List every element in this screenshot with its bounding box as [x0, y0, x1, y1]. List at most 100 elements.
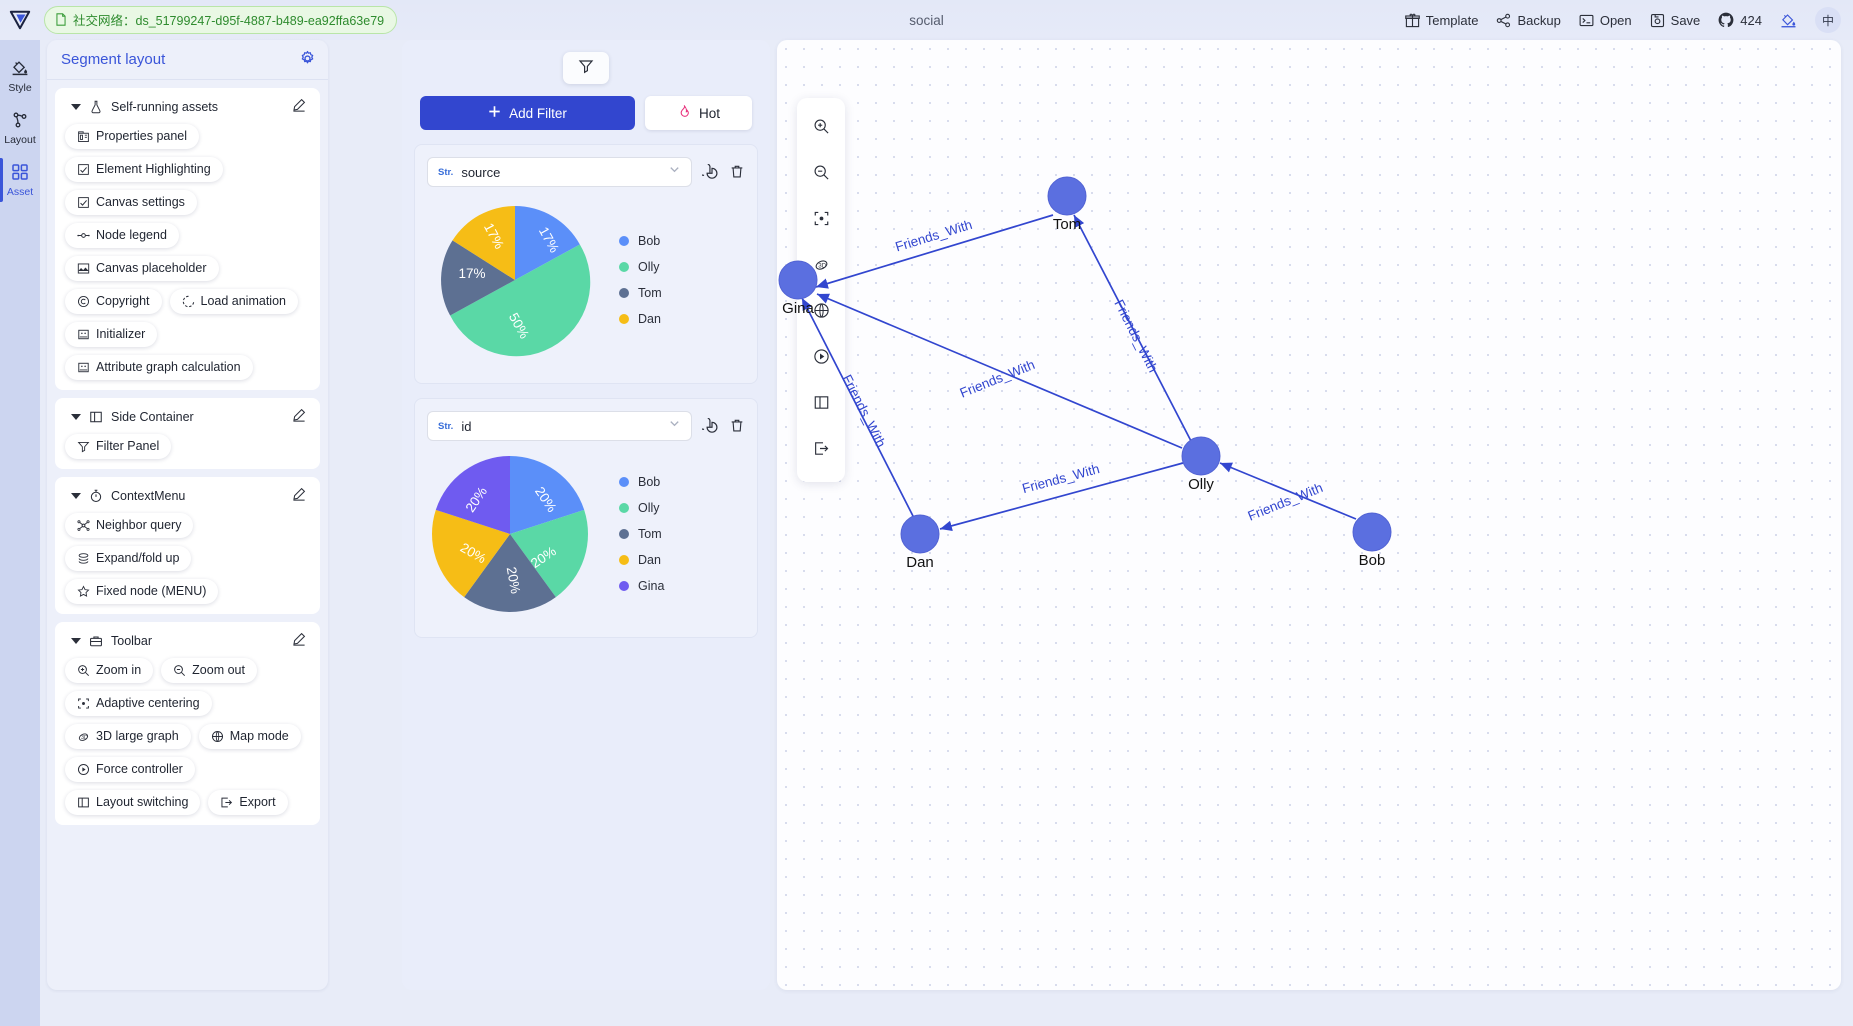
pie-chart-icon[interactable] [702, 417, 719, 435]
zoom-in-icon [77, 664, 90, 677]
group-header[interactable]: Self-running assets [65, 98, 310, 124]
backup-label: Backup [1517, 12, 1561, 28]
pencil-icon[interactable] [292, 408, 306, 427]
add-filter-button[interactable]: Add Filter [420, 96, 635, 130]
chip-3d-large-graph[interactable]: 3D 3D large graph [65, 724, 191, 749]
language-switch[interactable]: 中 [1815, 7, 1841, 33]
chip-zoom-in[interactable]: Zoom in [65, 658, 154, 683]
graph-node-bob[interactable] [1352, 512, 1392, 552]
chip-map-mode[interactable]: Map mode [198, 724, 301, 749]
trash-icon[interactable] [729, 164, 745, 180]
legend-color-swatch [619, 503, 629, 513]
chip-label: Initializer [96, 327, 146, 342]
adaptive-centering-icon [77, 697, 90, 710]
group-title: Side Container [111, 410, 194, 424]
group-header[interactable]: ContextMenu [65, 487, 310, 513]
legend-item[interactable]: Olly [619, 501, 664, 515]
chip-force-controller[interactable]: Force controller [65, 757, 195, 782]
dataset-chip[interactable]: 社交网络：ds_51799247-d95f-4887-b489-ea92ffa6… [44, 6, 398, 34]
edge-tom-gina[interactable] [815, 214, 1054, 289]
legend-item[interactable]: Dan [619, 553, 664, 567]
filter-card-header: Str. source [427, 157, 745, 187]
hot-button[interactable]: Hot [645, 96, 752, 130]
field-select-id[interactable]: Str. id [427, 411, 692, 441]
filter-actions: Add Filter Hot [402, 84, 770, 130]
plus-icon [488, 105, 501, 121]
chevron-down-icon[interactable] [71, 104, 81, 110]
chip-attribute-graph-calculation[interactable]: Attribute graph calculation [65, 355, 253, 380]
rail-label-asset: Asset [6, 185, 34, 198]
github-count: 424 [1740, 12, 1762, 28]
chip-properties-panel[interactable]: Properties panel [65, 124, 200, 149]
legend-item[interactable]: Gina [619, 579, 664, 593]
chip-filter-panel[interactable]: Filter Panel [65, 434, 172, 459]
funnel-icon [578, 58, 594, 79]
legend-item[interactable]: Tom [619, 286, 662, 300]
field-select-source[interactable]: Str. source [427, 157, 692, 187]
legend-item[interactable]: Bob [619, 475, 664, 489]
rail-item-layout[interactable]: Layout [0, 102, 40, 154]
graph-node-dan[interactable] [900, 514, 940, 554]
legend-item[interactable]: Olly [619, 260, 662, 274]
graph-node-tom[interactable] [1047, 176, 1087, 216]
chip-neighbor-query[interactable]: Neighbor query [65, 513, 194, 538]
chip-zoom-out[interactable]: Zoom out [161, 658, 257, 683]
template-label: Template [1425, 12, 1479, 28]
legend-item[interactable]: Bob [619, 234, 662, 248]
template-button[interactable]: Template [1404, 12, 1479, 28]
type-tag: Str. [438, 166, 454, 178]
chip-initializer[interactable]: Initializer [65, 322, 158, 347]
chip-canvas-placeholder[interactable]: Canvas placeholder [65, 256, 219, 281]
legend-label: Gina [638, 579, 665, 593]
topbar-actions: Template Backup Open Save 424 中 [1404, 7, 1853, 33]
filter-toggle-button[interactable] [563, 52, 609, 84]
chip-node-legend[interactable]: Node legend [65, 223, 179, 248]
theme-paint-button[interactable] [1780, 12, 1797, 29]
chip-canvas-settings[interactable]: Canvas settings [65, 190, 197, 215]
rail-item-style[interactable]: Style [0, 50, 40, 102]
app-logo[interactable] [0, 0, 40, 40]
chip-load-animation[interactable]: Load animation [169, 289, 298, 314]
chip-adaptive-centering[interactable]: Adaptive centering [65, 691, 212, 716]
chip-layout-switching[interactable]: Layout switching [65, 790, 201, 815]
node-label: Gina [782, 300, 814, 317]
chip-list: Properties panel Element Highlighting Ca… [65, 124, 310, 380]
chip-expand-fold-up[interactable]: Expand/fold up [65, 546, 192, 571]
rail-item-asset[interactable]: Asset [0, 154, 40, 206]
pencil-icon[interactable] [292, 487, 306, 506]
chip-label: Export [239, 795, 276, 810]
edge-bob-olly[interactable] [1219, 462, 1357, 520]
chip-copyright[interactable]: Copyright [65, 289, 162, 314]
pie-chart-icon[interactable] [702, 163, 719, 181]
chip-element-highlighting[interactable]: Element Highlighting [65, 157, 223, 182]
graph-node-gina[interactable] [778, 260, 818, 300]
chip-label: Expand/fold up [96, 551, 180, 566]
field-value: id [461, 418, 472, 434]
three-d-icon: 3D [77, 730, 90, 743]
backup-button[interactable]: Backup [1496, 12, 1561, 28]
gear-icon[interactable] [299, 50, 316, 72]
filter-card-header: Str. id [427, 411, 745, 441]
chevron-down-icon[interactable] [71, 493, 81, 499]
chip-export[interactable]: Export [208, 790, 288, 815]
hot-label: Hot [698, 105, 720, 121]
graph-canvas[interactable]: 3D Friends_With Friends_With Friends_Wit… [777, 40, 1841, 990]
legend-item[interactable]: Tom [619, 527, 664, 541]
legend-color-swatch [619, 262, 629, 272]
open-button[interactable]: Open [1579, 13, 1632, 28]
legend-label: Bob [638, 234, 661, 248]
legend-item[interactable]: Dan [619, 312, 662, 326]
chevron-down-icon[interactable] [71, 638, 81, 644]
group-header[interactable]: Toolbar [65, 632, 310, 658]
github-stars[interactable]: 424 [1718, 12, 1762, 28]
node-label: Tom [1053, 216, 1081, 233]
graph-node-olly[interactable] [1181, 436, 1221, 476]
pencil-icon[interactable] [292, 632, 306, 651]
group-header[interactable]: Side Container [65, 408, 310, 434]
chip-label: Canvas settings [96, 195, 185, 210]
pencil-icon[interactable] [292, 98, 306, 117]
chevron-down-icon[interactable] [71, 414, 81, 420]
trash-icon[interactable] [729, 418, 745, 434]
save-button[interactable]: Save [1650, 13, 1700, 28]
chip-fixed-node-menu[interactable]: Fixed node (MENU) [65, 579, 219, 604]
